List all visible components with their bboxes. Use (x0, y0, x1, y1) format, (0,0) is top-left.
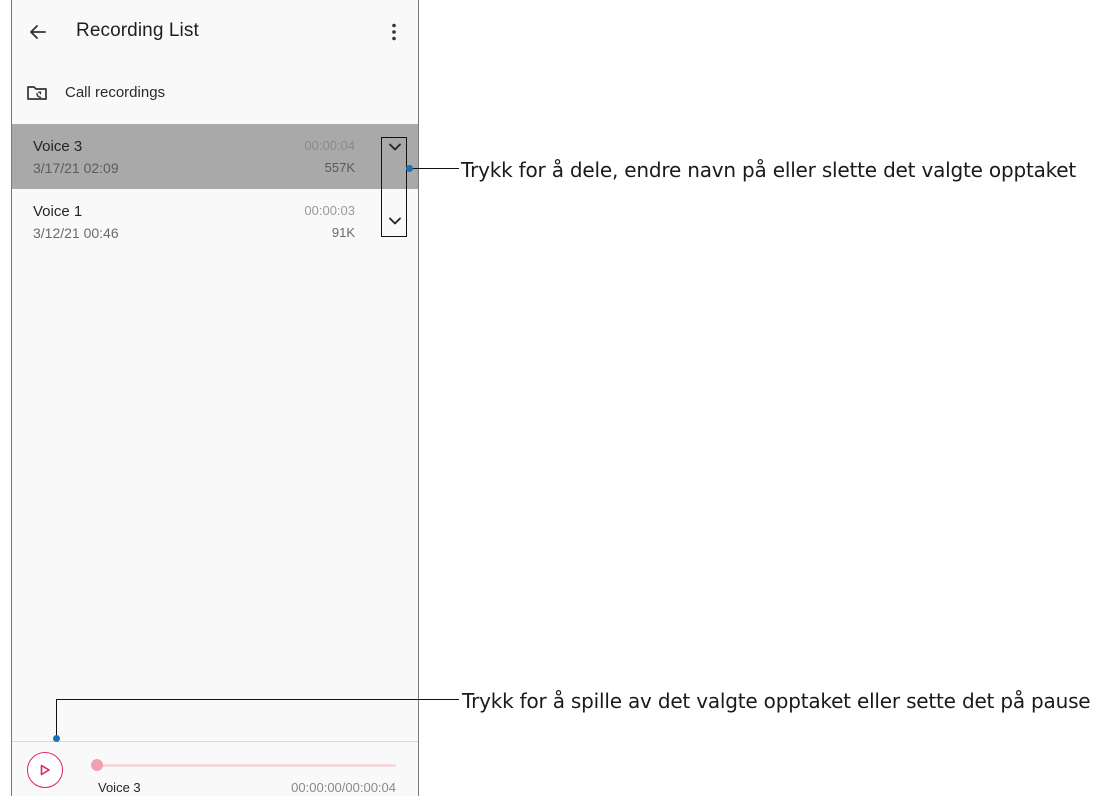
call-recordings-folder[interactable]: Call recordings (12, 76, 418, 110)
seek-bar[interactable] (96, 764, 396, 767)
player-time: 00:00:00/00:00:04 (291, 780, 396, 795)
recording-row[interactable]: Voice 1 3/12/21 00:46 00:00:03 91K (12, 189, 418, 254)
recording-date: 3/12/21 00:46 (33, 225, 119, 241)
expand-buttons-highlight (381, 137, 407, 237)
recording-duration: 00:00:03 (304, 203, 355, 218)
arrow-left-icon (30, 25, 46, 39)
expand-callout-dot (406, 165, 413, 172)
expand-callout-line (410, 168, 459, 169)
play-callout-dot (53, 735, 60, 742)
recording-name: Voice 1 (33, 203, 83, 220)
play-callout-line (56, 699, 459, 700)
back-button[interactable] (26, 20, 50, 44)
page-title: Recording List (76, 20, 199, 41)
more-vertical-icon (392, 23, 396, 41)
folder-label: Call recordings (65, 84, 166, 101)
expand-callout-text: Trykk for å dele, endre navn på eller sl… (461, 158, 1077, 182)
play-pause-button[interactable] (27, 752, 63, 788)
more-options-button[interactable] (382, 20, 406, 44)
player-track-name: Voice 3 (98, 780, 141, 795)
mini-player: Voice 3 00:00:00/00:00:04 (12, 741, 418, 796)
recording-name: Voice 3 (33, 138, 83, 155)
recording-size: 557K (324, 160, 355, 175)
play-callout-line-vertical (56, 699, 57, 738)
play-callout-text: Trykk for å spille av det valgte opptake… (462, 689, 1091, 713)
recording-date: 3/17/21 02:09 (33, 160, 119, 176)
recording-list-screen: Recording List Call recordings Voice 3 3… (11, 0, 419, 796)
recording-row[interactable]: Voice 3 3/17/21 02:09 00:00:04 557K (12, 124, 418, 189)
recording-size: 91K (331, 225, 355, 240)
folder-icon (27, 86, 47, 100)
play-icon (40, 764, 50, 776)
recording-duration: 00:00:04 (304, 138, 355, 153)
seek-thumb[interactable] (91, 759, 103, 771)
app-bar: Recording List (12, 0, 418, 64)
